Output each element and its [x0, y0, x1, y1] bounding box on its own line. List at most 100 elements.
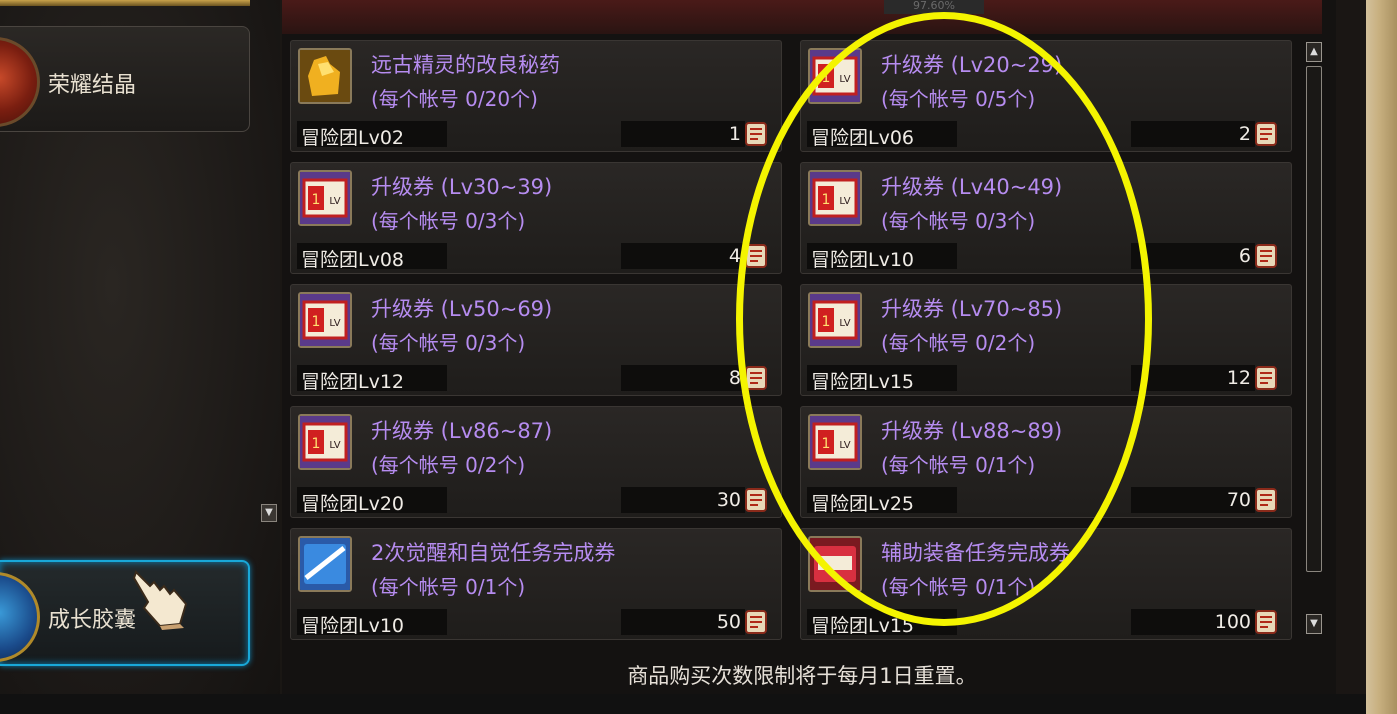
sidebar-item-label: 荣耀结晶	[48, 73, 137, 98]
item-price: 8	[728, 367, 741, 389]
currency-coin-icon	[745, 366, 767, 390]
growth-capsule-icon	[0, 572, 40, 662]
svg-text:LV: LV	[839, 196, 850, 207]
svg-text:1: 1	[822, 314, 831, 330]
svg-text:LV: LV	[329, 196, 340, 207]
scroll-up-button[interactable]: ▲	[1306, 42, 1322, 62]
svg-text:1: 1	[822, 436, 831, 452]
shop-item-card[interactable]: 1 LV 升级券 (Lv20~29) (每个帐号 0/5个) 冒险团Lv06 2	[800, 40, 1292, 152]
svg-text:LV: LV	[329, 440, 340, 451]
shop-item-card[interactable]: 1 LV 升级券 (Lv30~39) (每个帐号 0/3个) 冒险团Lv08 4	[290, 162, 782, 274]
item-name: 升级券 (Lv50~69)	[371, 297, 553, 321]
item-purchase-limit: (每个帐号 0/2个)	[371, 453, 526, 477]
item-name: 2次觉醒和自觉任务完成券	[371, 541, 616, 565]
shop-item-card[interactable]: 1 LV 升级券 (Lv40~49) (每个帐号 0/3个) 冒险团Lv10 6	[800, 162, 1292, 274]
price-box	[1131, 121, 1255, 147]
sidebar-item-growth-capsule[interactable]: 成长胶囊	[0, 560, 250, 666]
item-price: 6	[1238, 245, 1251, 267]
item-requirement: 冒险团Lv20	[301, 493, 405, 515]
svg-text:LV: LV	[839, 318, 850, 329]
shop-item-card[interactable]: 1 LV 升级券 (Lv88~89) (每个帐号 0/1个) 冒险团Lv25 70	[800, 406, 1292, 518]
item-purchase-limit: (每个帐号 0/3个)	[371, 209, 526, 233]
currency-coin-icon	[1255, 122, 1277, 146]
svg-text:1: 1	[822, 70, 831, 86]
svg-text:1: 1	[312, 314, 321, 330]
item-purchase-limit: (每个帐号 0/3个)	[371, 331, 526, 355]
level-up-ticket-icon: 1 LV	[298, 170, 352, 226]
level-up-ticket-icon: 1 LV	[298, 414, 352, 470]
purchase-limit-note: 商品购买次数限制将于每月1日重置。	[627, 664, 977, 688]
item-price: 50	[716, 611, 741, 633]
level-up-ticket-icon: 1 LV	[808, 292, 862, 348]
shop-item-card[interactable]: 1 LV 升级券 (Lv50~69) (每个帐号 0/3个) 冒险团Lv12 8	[290, 284, 782, 396]
sidebar-scroll-down-button[interactable]: ▼	[261, 504, 277, 522]
price-box	[621, 365, 745, 391]
svg-text:1: 1	[312, 436, 321, 452]
item-name: 升级券 (Lv70~85)	[881, 297, 1063, 321]
level-up-ticket-icon: 1 LV	[808, 170, 862, 226]
currency-coin-icon	[745, 610, 767, 634]
shop-item-card[interactable]: 1 LV 升级券 (Lv70~85) (每个帐号 0/2个) 冒险团Lv15 12	[800, 284, 1292, 396]
golden-potion-icon	[298, 48, 352, 104]
item-requirement: 冒险团Lv10	[811, 249, 915, 271]
item-purchase-limit: (每个帐号 0/3个)	[881, 209, 1036, 233]
item-requirement: 冒险团Lv06	[811, 127, 915, 149]
item-name: 升级券 (Lv30~39)	[371, 175, 553, 199]
svg-text:LV: LV	[839, 74, 850, 85]
level-up-ticket-icon: 1 LV	[808, 414, 862, 470]
item-name: 远古精灵的改良秘药	[371, 53, 560, 77]
currency-coin-icon	[745, 244, 767, 268]
item-requirement: 冒险团Lv25	[811, 493, 915, 515]
scrollbar-thumb[interactable]	[1306, 66, 1322, 572]
svg-text:LV: LV	[329, 318, 340, 329]
currency-coin-icon	[1255, 610, 1277, 634]
svg-text:LV: LV	[839, 440, 850, 451]
item-requirement: 冒险团Lv08	[301, 249, 405, 271]
item-requirement: 冒险团Lv02	[301, 127, 405, 149]
pointing-hand-cursor-icon	[132, 570, 188, 630]
item-requirement: 冒险团Lv10	[301, 615, 405, 637]
level-up-ticket-icon: 1 LV	[808, 48, 862, 104]
price-box	[1131, 243, 1255, 269]
item-price: 4	[728, 245, 741, 267]
item-price: 2	[1238, 123, 1251, 145]
sidebar-top-edge	[0, 0, 250, 6]
scroll-down-button[interactable]: ▼	[1306, 614, 1322, 634]
level-up-ticket-icon: 1 LV	[298, 292, 352, 348]
item-name: 辅助装备任务完成券	[881, 541, 1070, 565]
price-box	[621, 243, 745, 269]
item-purchase-limit: (每个帐号 0/2个)	[881, 331, 1036, 355]
svg-text:1: 1	[312, 192, 321, 208]
item-requirement: 冒险团Lv12	[301, 371, 405, 393]
svg-text:1: 1	[822, 192, 831, 208]
item-price: 1	[728, 123, 741, 145]
progress-readout: 97.60%	[884, 0, 984, 14]
item-name: 升级券 (Lv20~29)	[881, 53, 1063, 77]
item-purchase-limit: (每个帐号 0/1个)	[881, 575, 1036, 599]
item-name: 升级券 (Lv86~87)	[371, 419, 553, 443]
shop-header-strip	[282, 0, 1322, 34]
item-purchase-limit: (每个帐号 0/1个)	[881, 453, 1036, 477]
currency-coin-icon	[745, 488, 767, 512]
shop-item-card[interactable]: 远古精灵的改良秘药 (每个帐号 0/20个) 冒险团Lv02 1	[290, 40, 782, 152]
sidebar-item-label: 成长胶囊	[48, 608, 137, 633]
item-price: 12	[1226, 367, 1251, 389]
shop-item-card[interactable]: 2次觉醒和自觉任务完成券 (每个帐号 0/1个) 冒险团Lv10 50	[290, 528, 782, 640]
currency-coin-icon	[1255, 244, 1277, 268]
price-box	[621, 121, 745, 147]
window-frame-bottom	[0, 694, 1366, 714]
item-price: 100	[1214, 611, 1251, 633]
sidebar-item-glory-crystal[interactable]: 荣耀结晶	[0, 26, 250, 132]
quest-clear-ticket-icon	[808, 536, 862, 592]
item-purchase-limit: (每个帐号 0/5个)	[881, 87, 1036, 111]
item-purchase-limit: (每个帐号 0/20个)	[371, 87, 538, 111]
item-price: 70	[1226, 489, 1251, 511]
shop-item-card[interactable]: 辅助装备任务完成券 (每个帐号 0/1个) 冒险团Lv15 100	[800, 528, 1292, 640]
item-requirement: 冒险团Lv15	[811, 371, 915, 393]
shop-item-card[interactable]: 1 LV 升级券 (Lv86~87) (每个帐号 0/2个) 冒险团Lv20 30	[290, 406, 782, 518]
item-requirement: 冒险团Lv15	[811, 615, 915, 637]
currency-coin-icon	[745, 122, 767, 146]
item-name: 升级券 (Lv40~49)	[881, 175, 1063, 199]
currency-coin-icon	[1255, 488, 1277, 512]
currency-coin-icon	[1255, 366, 1277, 390]
